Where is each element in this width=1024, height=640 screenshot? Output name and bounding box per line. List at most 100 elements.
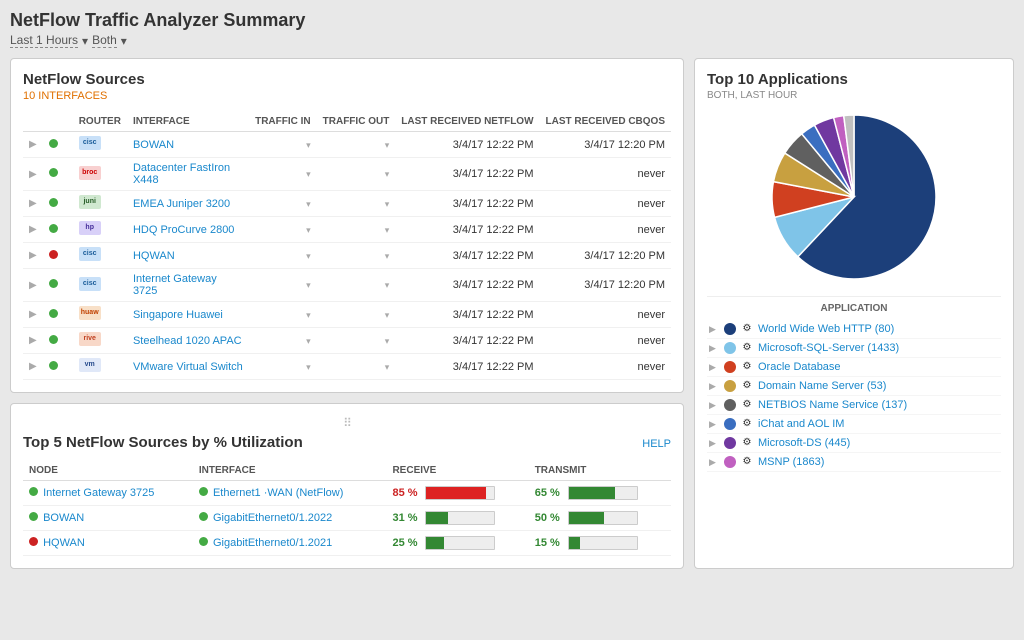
table-row[interactable]: ▶ huaw Singapore Huawei ▾ ▾ 3/4/17 12:22… bbox=[23, 302, 671, 328]
row-traffic-in: ▾ bbox=[249, 132, 317, 158]
table-row[interactable]: ▶ hp HDQ ProCurve 2800 ▾ ▾ 3/4/17 12:22 … bbox=[23, 217, 671, 243]
row-last-netflow: 3/4/17 12:22 PM bbox=[395, 354, 539, 380]
list-item[interactable]: ▶ ⚙ World Wide Web HTTP (80) bbox=[707, 320, 1001, 339]
table-row[interactable]: ▶ broc Datacenter FastIron X448 ▾ ▾ 3/4/… bbox=[23, 158, 671, 191]
row-expand[interactable]: ▶ bbox=[23, 354, 43, 380]
table-row[interactable]: ▶ cisc BOWAN ▾ ▾ 3/4/17 12:22 PM 3/4/17 … bbox=[23, 132, 671, 158]
row-traffic-out: ▾ bbox=[317, 328, 396, 354]
app-name[interactable]: Oracle Database bbox=[758, 361, 841, 373]
util-interface[interactable]: Ethernet1 ·WAN (NetFlow) bbox=[193, 481, 387, 506]
row-traffic-in: ▾ bbox=[249, 328, 317, 354]
list-item[interactable]: ▶ ⚙ MSNP (1863) bbox=[707, 453, 1001, 472]
row-expand[interactable]: ▶ bbox=[23, 302, 43, 328]
row-expand[interactable]: ▶ bbox=[23, 269, 43, 302]
list-item[interactable]: ▶ ⚙ iChat and AOL IM bbox=[707, 415, 1001, 434]
row-router: huaw bbox=[73, 302, 127, 328]
util-interface[interactable]: GigabitEthernet0/1.2022 bbox=[193, 506, 387, 531]
row-expand[interactable]: ▶ bbox=[23, 243, 43, 269]
row-last-cbqos: never bbox=[540, 158, 671, 191]
table-row[interactable]: ▶ cisc HQWAN ▾ ▾ 3/4/17 12:22 PM 3/4/17 … bbox=[23, 243, 671, 269]
row-traffic-in: ▾ bbox=[249, 269, 317, 302]
app-expand[interactable]: ▶ bbox=[709, 362, 719, 373]
row-interface[interactable]: VMware Virtual Switch bbox=[127, 354, 249, 380]
row-status bbox=[43, 269, 73, 302]
row-router: hp bbox=[73, 217, 127, 243]
row-interface[interactable]: Internet Gateway 3725 bbox=[127, 269, 249, 302]
app-color bbox=[724, 418, 736, 430]
row-traffic-in: ▾ bbox=[249, 243, 317, 269]
pie-chart-area bbox=[707, 109, 1001, 284]
netflow-sources-title: NetFlow Sources bbox=[23, 71, 671, 88]
row-interface[interactable]: BOWAN bbox=[127, 132, 249, 158]
table-row[interactable]: ▶ juni EMEA Juniper 3200 ▾ ▾ 3/4/17 12:2… bbox=[23, 191, 671, 217]
list-item[interactable]: ▶ ⚙ Microsoft-SQL-Server (1433) bbox=[707, 339, 1001, 358]
row-router: juni bbox=[73, 191, 127, 217]
row-traffic-out: ▾ bbox=[317, 132, 396, 158]
app-expand[interactable]: ▶ bbox=[709, 324, 719, 335]
row-expand[interactable]: ▶ bbox=[23, 328, 43, 354]
app-expand[interactable]: ▶ bbox=[709, 438, 719, 449]
app-name[interactable]: World Wide Web HTTP (80) bbox=[758, 323, 894, 335]
app-section-header: APPLICATION bbox=[707, 296, 1001, 314]
row-last-netflow: 3/4/17 12:22 PM bbox=[395, 191, 539, 217]
row-last-netflow: 3/4/17 12:22 PM bbox=[395, 132, 539, 158]
app-name[interactable]: Microsoft-DS (445) bbox=[758, 437, 850, 449]
row-interface[interactable]: EMEA Juniper 3200 bbox=[127, 191, 249, 217]
row-last-netflow: 3/4/17 12:22 PM bbox=[395, 328, 539, 354]
time-filter-link[interactable]: Last 1 Hours bbox=[10, 33, 78, 48]
netflow-sources-subtitle: 10 INTERFACES bbox=[23, 90, 671, 102]
app-expand[interactable]: ▶ bbox=[709, 419, 719, 430]
app-name[interactable]: Domain Name Server (53) bbox=[758, 380, 886, 392]
table-row[interactable]: ▶ vm VMware Virtual Switch ▾ ▾ 3/4/17 12… bbox=[23, 354, 671, 380]
direction-filter-link[interactable]: Both bbox=[92, 33, 117, 48]
table-row[interactable]: ▶ rive Steelhead 1020 APAC ▾ ▾ 3/4/17 12… bbox=[23, 328, 671, 354]
table-row[interactable]: ▶ cisc Internet Gateway 3725 ▾ ▾ 3/4/17 … bbox=[23, 269, 671, 302]
app-settings-icon: ⚙ bbox=[741, 399, 753, 411]
app-name[interactable]: Microsoft-SQL-Server (1433) bbox=[758, 342, 899, 354]
row-interface[interactable]: HDQ ProCurve 2800 bbox=[127, 217, 249, 243]
util-node[interactable]: Internet Gateway 3725 bbox=[23, 481, 193, 506]
app-color bbox=[724, 456, 736, 468]
app-expand[interactable]: ▶ bbox=[709, 400, 719, 411]
app-color bbox=[724, 361, 736, 373]
app-name[interactable]: MSNP (1863) bbox=[758, 456, 824, 468]
row-expand[interactable]: ▶ bbox=[23, 132, 43, 158]
util-receive: 31 % bbox=[386, 506, 528, 531]
row-traffic-in: ▾ bbox=[249, 158, 317, 191]
row-traffic-out: ▾ bbox=[317, 217, 396, 243]
util-interface[interactable]: GigabitEthernet0/1.2021 bbox=[193, 531, 387, 556]
top5-sources-card: ⠿ Top 5 NetFlow Sources by % Utilization… bbox=[10, 403, 684, 569]
row-expand[interactable]: ▶ bbox=[23, 191, 43, 217]
app-expand[interactable]: ▶ bbox=[709, 457, 719, 468]
app-expand[interactable]: ▶ bbox=[709, 381, 719, 392]
util-node[interactable]: BOWAN bbox=[23, 506, 193, 531]
row-status bbox=[43, 132, 73, 158]
app-name[interactable]: iChat and AOL IM bbox=[758, 418, 844, 430]
col-traffic-in-header: TRAFFIC IN bbox=[249, 112, 317, 132]
top5-table: NODE INTERFACE RECEIVE TRANSMIT Internet… bbox=[23, 461, 671, 556]
app-color bbox=[724, 437, 736, 449]
app-name[interactable]: NETBIOS Name Service (137) bbox=[758, 399, 907, 411]
app-expand[interactable]: ▶ bbox=[709, 343, 719, 354]
row-interface[interactable]: Steelhead 1020 APAC bbox=[127, 328, 249, 354]
table-row[interactable]: BOWAN GigabitEthernet0/1.2022 31 % 50 % bbox=[23, 506, 671, 531]
row-expand[interactable]: ▶ bbox=[23, 158, 43, 191]
app-settings-icon: ⚙ bbox=[741, 342, 753, 354]
row-interface[interactable]: HQWAN bbox=[127, 243, 249, 269]
list-item[interactable]: ▶ ⚙ Domain Name Server (53) bbox=[707, 377, 1001, 396]
table-row[interactable]: HQWAN GigabitEthernet0/1.2021 25 % 15 % bbox=[23, 531, 671, 556]
row-expand[interactable]: ▶ bbox=[23, 217, 43, 243]
row-last-cbqos: never bbox=[540, 191, 671, 217]
help-link[interactable]: HELP bbox=[642, 438, 671, 450]
list-item[interactable]: ▶ ⚙ Microsoft-DS (445) bbox=[707, 434, 1001, 453]
row-interface[interactable]: Datacenter FastIron X448 bbox=[127, 158, 249, 191]
col-iface-header: INTERFACE bbox=[193, 461, 387, 481]
list-item[interactable]: ▶ ⚙ NETBIOS Name Service (137) bbox=[707, 396, 1001, 415]
row-router: broc bbox=[73, 158, 127, 191]
util-node[interactable]: HQWAN bbox=[23, 531, 193, 556]
col-last-netflow-header: LAST RECEIVED NETFLOW bbox=[395, 112, 539, 132]
table-row[interactable]: Internet Gateway 3725 Ethernet1 ·WAN (Ne… bbox=[23, 481, 671, 506]
app-settings-icon: ⚙ bbox=[741, 456, 753, 468]
row-interface[interactable]: Singapore Huawei bbox=[127, 302, 249, 328]
list-item[interactable]: ▶ ⚙ Oracle Database bbox=[707, 358, 1001, 377]
